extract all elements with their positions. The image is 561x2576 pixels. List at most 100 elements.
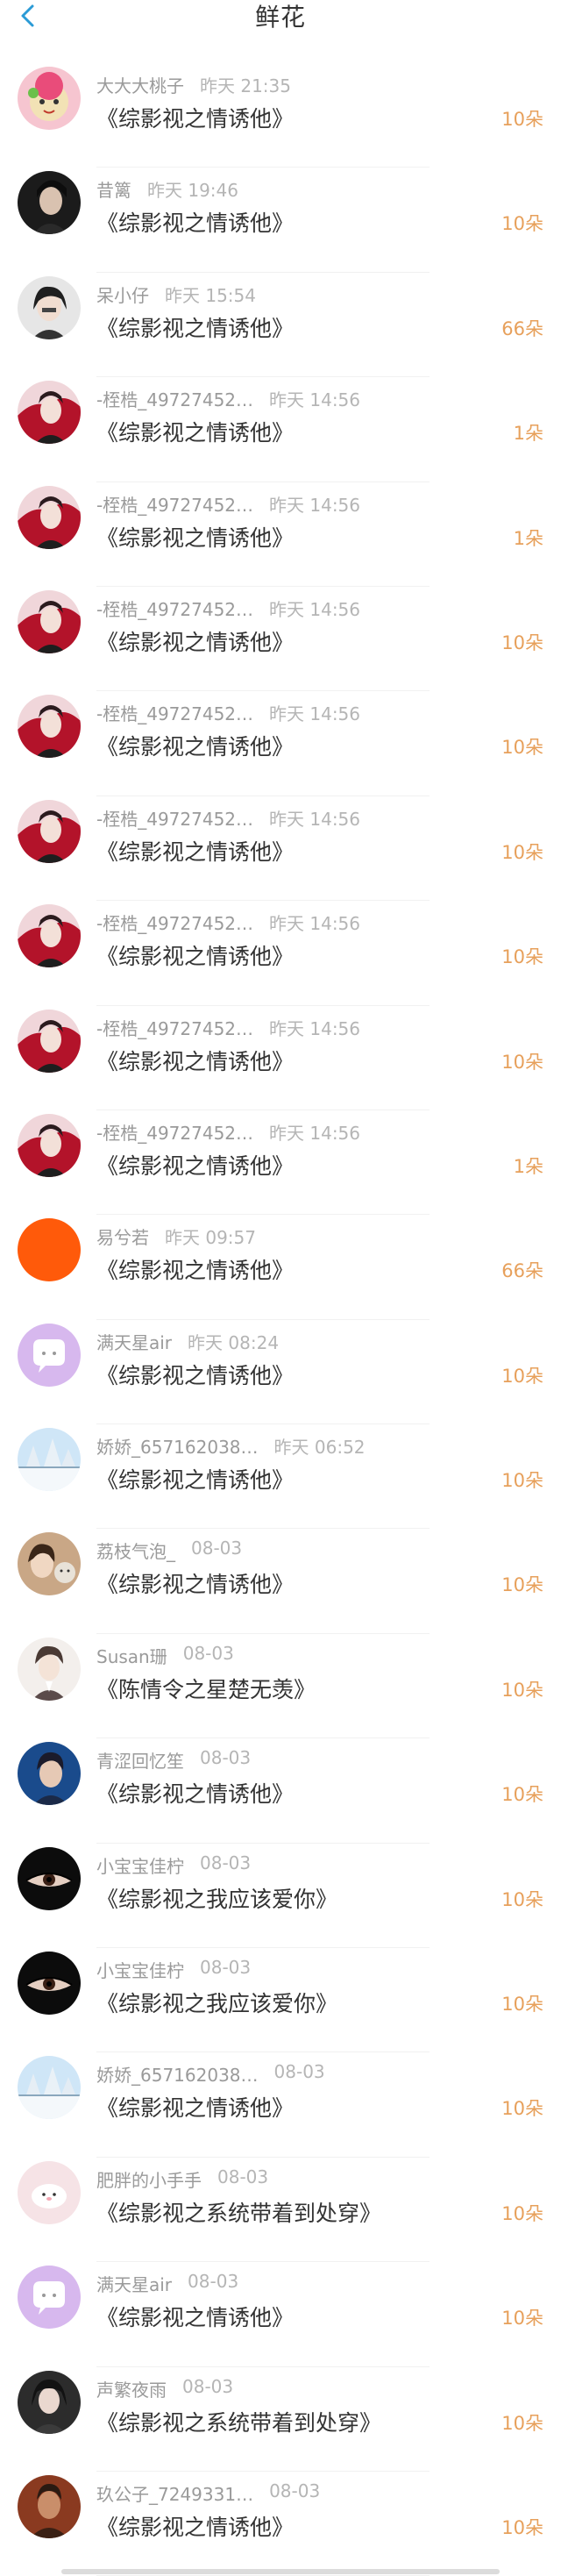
user-name[interactable]: -桎梏_49727452… bbox=[96, 700, 253, 725]
timestamp: 08-03 bbox=[200, 1852, 251, 1878]
list-item[interactable]: -桎梏_49727452…昨天 14:56《综影视之情诱他》1朵 bbox=[0, 377, 561, 482]
user-name[interactable]: 小宝宝佳柠 bbox=[96, 1957, 184, 1982]
user-name[interactable]: -桎梏_49727452… bbox=[96, 805, 253, 831]
list-item[interactable]: 小宝宝佳柠08-03《综影视之我应该爱你》10朵 bbox=[0, 1948, 561, 2052]
book-title[interactable]: 《综影视之情诱他》 bbox=[96, 1359, 294, 1390]
user-name[interactable]: -桎梏_49727452… bbox=[96, 596, 253, 621]
list-item[interactable]: 呆小仔昨天 15:54《综影视之情诱他》66朵 bbox=[0, 273, 561, 377]
avatar[interactable] bbox=[18, 1638, 81, 1701]
book-title[interactable]: 《综影视之情诱他》 bbox=[96, 521, 294, 553]
list-item[interactable]: 玖公子_7249331…08-03《综影视之情诱他》10朵 bbox=[0, 2472, 561, 2576]
book-title[interactable]: 《综影视之情诱他》 bbox=[96, 939, 294, 971]
avatar[interactable] bbox=[18, 2475, 81, 2538]
book-title[interactable]: 《综影视之情诱他》 bbox=[96, 1045, 294, 1076]
book-title[interactable]: 《综影视之情诱他》 bbox=[96, 1567, 294, 1599]
avatar[interactable] bbox=[18, 1532, 81, 1595]
list-item[interactable]: 青涩回忆笙08-03《综影视之情诱他》10朵 bbox=[0, 1738, 561, 1843]
user-name[interactable]: Susan珊 bbox=[96, 1643, 167, 1668]
user-name[interactable]: 玖公子_7249331… bbox=[96, 2480, 253, 2506]
avatar[interactable] bbox=[18, 381, 81, 444]
book-title[interactable]: 《综影视之情诱他》 bbox=[96, 2510, 294, 2542]
list-item[interactable]: -桎梏_49727452…昨天 14:56《综影视之情诱他》10朵 bbox=[0, 691, 561, 796]
book-title[interactable]: 《陈情令之星楚无羡》 bbox=[96, 1673, 316, 1704]
user-name[interactable]: 荔枝气泡_ bbox=[96, 1538, 175, 1563]
user-name[interactable]: 娇娇_657162038… bbox=[96, 1433, 259, 1459]
book-title[interactable]: 《综影视之情诱他》 bbox=[96, 1149, 294, 1181]
user-name[interactable]: 呆小仔 bbox=[96, 282, 149, 307]
user-name[interactable]: 昔篱 bbox=[96, 176, 131, 202]
avatar[interactable] bbox=[18, 1428, 81, 1491]
back-button[interactable] bbox=[12, 0, 44, 35]
user-name[interactable]: -桎梏_49727452… bbox=[96, 386, 253, 411]
flower-count: 66朵 bbox=[501, 315, 543, 341]
list-item[interactable]: -桎梏_49727452…昨天 14:56《综影视之情诱他》10朵 bbox=[0, 587, 561, 691]
list-item[interactable]: -桎梏_49727452…昨天 14:56《综影视之情诱他》1朵 bbox=[0, 482, 561, 587]
avatar[interactable] bbox=[18, 590, 81, 653]
avatar[interactable] bbox=[18, 1114, 81, 1177]
user-name[interactable]: -桎梏_49727452… bbox=[96, 1015, 253, 1040]
list-item[interactable]: 娇娇_657162038…昨天 06:52《综影视之情诱他》10朵 bbox=[0, 1424, 561, 1529]
list-item[interactable]: 肥胖的小手手08-03《综影视之系统带着到处穿》10朵 bbox=[0, 2158, 561, 2262]
list-item[interactable]: 大大大桃子昨天 21:35《综影视之情诱他》10朵 bbox=[0, 63, 561, 168]
book-title[interactable]: 《综影视之情诱他》 bbox=[96, 1777, 294, 1809]
book-title[interactable]: 《综影视之情诱他》 bbox=[96, 1463, 294, 1495]
avatar[interactable] bbox=[18, 695, 81, 758]
avatar[interactable] bbox=[18, 2371, 81, 2434]
avatar[interactable] bbox=[18, 1952, 81, 2015]
user-name[interactable]: 肥胖的小手手 bbox=[96, 2166, 202, 2192]
list-item[interactable]: 娇娇_657162038…08-03《综影视之情诱他》10朵 bbox=[0, 2052, 561, 2157]
user-name[interactable]: 青涩回忆笙 bbox=[96, 1747, 184, 1773]
avatar[interactable] bbox=[18, 1010, 81, 1073]
avatar[interactable] bbox=[18, 800, 81, 863]
list-item[interactable]: 满天星air08-03《综影视之情诱他》10朵 bbox=[0, 2262, 561, 2366]
book-title[interactable]: 《综影视之我应该爱你》 bbox=[96, 1987, 337, 2018]
list-item[interactable]: -桎梏_49727452…昨天 14:56《综影视之情诱他》10朵 bbox=[0, 901, 561, 1005]
book-title[interactable]: 《综影视之情诱他》 bbox=[96, 102, 294, 133]
avatar[interactable] bbox=[18, 276, 81, 339]
user-name[interactable]: 声繁夜雨 bbox=[96, 2376, 167, 2401]
book-title[interactable]: 《综影视之情诱他》 bbox=[96, 835, 294, 867]
list-item[interactable]: 满天星air昨天 08:24《综影视之情诱他》10朵 bbox=[0, 1320, 561, 1424]
user-name[interactable]: 娇娇_657162038… bbox=[96, 2061, 259, 2087]
avatar[interactable] bbox=[18, 904, 81, 967]
avatar[interactable] bbox=[18, 2056, 81, 2119]
book-title[interactable]: 《综影视之情诱他》 bbox=[96, 206, 294, 238]
user-name[interactable]: 易兮若 bbox=[96, 1224, 149, 1249]
list-item[interactable]: 小宝宝佳柠08-03《综影视之我应该爱你》10朵 bbox=[0, 1844, 561, 1948]
avatar[interactable] bbox=[18, 67, 81, 130]
avatar[interactable] bbox=[18, 1847, 81, 1910]
list-item[interactable]: 易兮若昨天 09:57《综影视之情诱他》66朵 bbox=[0, 1215, 561, 1319]
list-item[interactable]: 荔枝气泡_08-03《综影视之情诱他》10朵 bbox=[0, 1529, 561, 1633]
book-title[interactable]: 《综影视之情诱他》 bbox=[96, 625, 294, 657]
book-title[interactable]: 《综影视之情诱他》 bbox=[96, 416, 294, 447]
user-name[interactable]: -桎梏_49727452… bbox=[96, 1119, 253, 1145]
avatar[interactable] bbox=[18, 486, 81, 549]
user-name[interactable]: 大大大桃子 bbox=[96, 72, 184, 97]
avatar[interactable] bbox=[18, 171, 81, 234]
list-item[interactable]: 昔篱昨天 19:46《综影视之情诱他》10朵 bbox=[0, 168, 561, 272]
user-name[interactable]: 满天星air bbox=[96, 1329, 172, 1354]
book-title[interactable]: 《综影视之情诱他》 bbox=[96, 2091, 294, 2123]
book-title[interactable]: 《综影视之我应该爱你》 bbox=[96, 1882, 337, 1914]
avatar[interactable] bbox=[18, 1742, 81, 1805]
list-item[interactable]: -桎梏_49727452…昨天 14:56《综影视之情诱他》10朵 bbox=[0, 796, 561, 901]
list-item[interactable]: -桎梏_49727452…昨天 14:56《综影视之情诱他》10朵 bbox=[0, 1006, 561, 1110]
user-name[interactable]: 小宝宝佳柠 bbox=[96, 1852, 184, 1878]
book-title[interactable]: 《综影视之情诱他》 bbox=[96, 730, 294, 761]
avatar[interactable] bbox=[18, 1324, 81, 1387]
avatar[interactable] bbox=[18, 2161, 81, 2224]
row-meta: 荔枝气泡_08-03 bbox=[96, 1538, 242, 1563]
user-name[interactable]: -桎梏_49727452… bbox=[96, 491, 253, 517]
book-title[interactable]: 《综影视之情诱他》 bbox=[96, 2301, 294, 2332]
user-name[interactable]: -桎梏_49727452… bbox=[96, 910, 253, 935]
book-title[interactable]: 《综影视之情诱他》 bbox=[96, 1253, 294, 1285]
list-item[interactable]: 声繁夜雨08-03《综影视之系统带着到处穿》10朵 bbox=[0, 2367, 561, 2472]
book-title[interactable]: 《综影视之系统带着到处穿》 bbox=[96, 2196, 381, 2228]
list-item[interactable]: -桎梏_49727452…昨天 14:56《综影视之情诱他》1朵 bbox=[0, 1110, 561, 1215]
list-item[interactable]: Susan珊08-03《陈情令之星楚无羡》10朵 bbox=[0, 1634, 561, 1738]
avatar[interactable] bbox=[18, 2266, 81, 2329]
avatar[interactable] bbox=[18, 1218, 81, 1281]
user-name[interactable]: 满天星air bbox=[96, 2271, 172, 2296]
book-title[interactable]: 《综影视之情诱他》 bbox=[96, 311, 294, 343]
book-title[interactable]: 《综影视之系统带着到处穿》 bbox=[96, 2406, 381, 2437]
